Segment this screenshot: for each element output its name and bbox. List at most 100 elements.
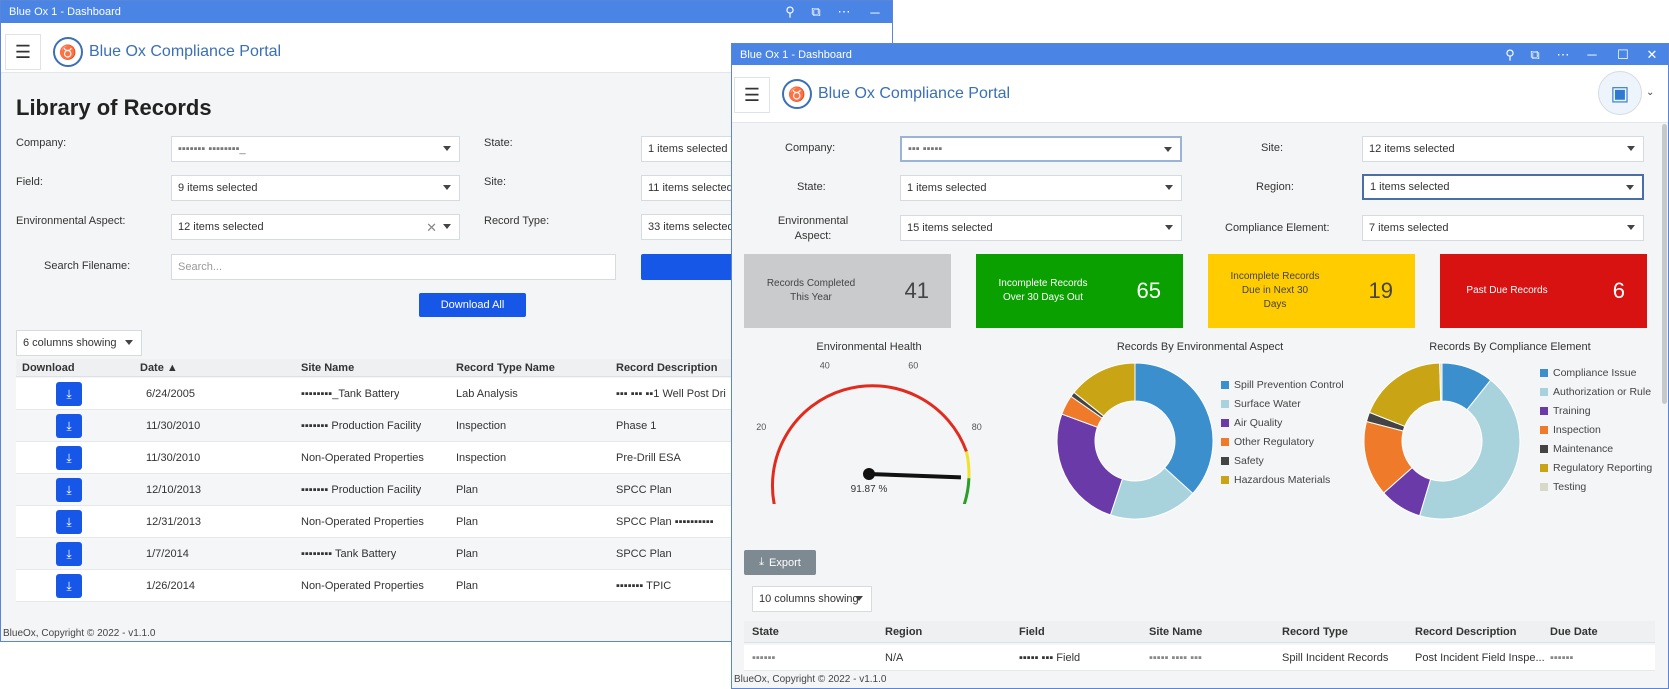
legend-item[interactable]: Safety xyxy=(1221,451,1344,470)
donut-slice[interactable] xyxy=(1056,413,1124,516)
state-select[interactable]: 1 items selected xyxy=(641,136,741,162)
company-select[interactable]: ▪▪▪ ▪▪▪▪▪ xyxy=(900,136,1182,162)
more-icon[interactable]: ⋯ xyxy=(1549,44,1577,65)
table-row[interactable]: ▪▪▪▪▪▪ N/A ▪▪▪▪▪ ▪▪▪ Field ▪▪▪▪▪ ▪▪▪▪ ▪▪… xyxy=(744,645,1655,671)
summary-card[interactable]: Records Completed This Year 41 xyxy=(744,254,951,328)
more-icon[interactable]: ⋯ xyxy=(830,1,858,23)
minimize-icon[interactable]: ─ xyxy=(861,1,889,23)
pin-icon[interactable]: ⚲ xyxy=(1496,44,1524,65)
menu-button[interactable]: ☰ xyxy=(734,77,770,113)
aspect-select[interactable]: 12 items selected ✕ xyxy=(171,214,460,240)
cell-type: Inspection xyxy=(456,451,507,464)
columns-showing-select[interactable]: 10 columns showing xyxy=(752,586,872,612)
legend-item[interactable]: Air Quality xyxy=(1221,413,1344,432)
minimize-icon[interactable]: ─ xyxy=(1578,44,1606,65)
col-field[interactable]: Field xyxy=(1019,621,1045,642)
records-grid-header: State Region Field Site Name Record Type… xyxy=(744,621,1655,643)
col-record-type[interactable]: Record Type Name xyxy=(456,359,555,376)
legend-item[interactable]: Compliance Issue xyxy=(1540,363,1652,382)
legend-label: Authorization or Rule xyxy=(1553,385,1652,398)
col-record-type[interactable]: Record Type xyxy=(1282,621,1348,642)
download-all-button[interactable]: Download All xyxy=(419,293,526,317)
cell-date: 11/30/2010 xyxy=(146,419,201,432)
summary-card[interactable]: Incomplete Records Due in Next 30 Days 1… xyxy=(1208,254,1415,328)
columns-showing-value: 6 columns showing xyxy=(23,337,117,349)
close-icon[interactable]: ✕ xyxy=(1638,44,1666,65)
scrollbar[interactable] xyxy=(1662,124,1667,404)
brand[interactable]: ♉ Blue Ox Compliance Portal xyxy=(782,79,1010,109)
company-select[interactable]: ▪▪▪▪▪▪▪ ▪▪▪▪▪▪▪▪_ xyxy=(171,136,460,162)
donut-slice[interactable] xyxy=(1368,362,1442,427)
col-download[interactable]: Download xyxy=(22,359,75,376)
download-icon[interactable]: ⤓ xyxy=(56,446,82,470)
legend-swatch xyxy=(1540,463,1548,472)
legend-swatch xyxy=(1221,399,1229,408)
clear-icon[interactable]: ✕ xyxy=(426,220,437,236)
legend-item[interactable]: Maintenance xyxy=(1540,439,1652,458)
menu-button[interactable]: ☰ xyxy=(5,34,41,70)
window-title: Blue Ox 1 - Dashboard xyxy=(9,6,121,18)
legend-item[interactable]: Inspection xyxy=(1540,420,1652,439)
summary-card[interactable]: Incomplete Records Over 30 Days Out 65 xyxy=(976,254,1183,328)
columns-showing-select[interactable]: 6 columns showing xyxy=(16,330,142,356)
donut-slice[interactable] xyxy=(1134,362,1214,495)
col-date[interactable]: Date ▲ xyxy=(140,359,178,376)
state-select[interactable]: 1 items selected xyxy=(900,175,1182,201)
legend-item[interactable]: Regulatory Reporting xyxy=(1540,458,1652,477)
cell-type: Inspection xyxy=(456,419,507,432)
legend-item[interactable]: Authorization or Rule xyxy=(1540,382,1652,401)
aspect-select[interactable]: 15 items selected xyxy=(900,215,1182,241)
share-icon[interactable]: ⧉ xyxy=(802,1,830,23)
cell-type: Plan xyxy=(456,547,479,560)
col-record-desc[interactable]: Record Description xyxy=(1415,621,1516,642)
legend-item[interactable]: Other Regulatory xyxy=(1221,432,1344,451)
col-region[interactable]: Region xyxy=(885,621,922,642)
export-button[interactable]: ⤓ Export xyxy=(744,550,816,575)
site-select[interactable]: 11 items selected xyxy=(641,175,741,201)
site-select[interactable]: 12 items selected xyxy=(1362,136,1644,162)
region-select[interactable]: 1 items selected xyxy=(1362,174,1644,200)
legend-item[interactable]: Surface Water xyxy=(1221,394,1344,413)
company-value: ▪▪▪ ▪▪▪▪▪ xyxy=(908,143,943,155)
user-avatar[interactable]: ▣ xyxy=(1598,71,1642,115)
pin-icon[interactable]: ⚲ xyxy=(776,1,804,23)
legend-item[interactable]: Hazardous Materials xyxy=(1221,470,1344,489)
download-icon[interactable]: ⤓ xyxy=(56,382,82,406)
cell-desc: SPCC Plan xyxy=(616,483,672,496)
legend-swatch xyxy=(1540,444,1548,453)
card-value: 65 xyxy=(1136,278,1161,303)
legend-label: Air Quality xyxy=(1234,416,1283,429)
download-icon[interactable]: ⤓ xyxy=(56,414,82,438)
cell-desc: ▪▪▪ ▪▪▪ ▪▪1 Well Post Dri xyxy=(616,387,726,400)
field-select[interactable]: 9 items selected xyxy=(171,175,460,201)
chevron-down-icon[interactable]: ⌄ xyxy=(1646,87,1654,98)
download-icon[interactable]: ⤓ xyxy=(56,478,82,502)
legend-swatch xyxy=(1540,425,1548,434)
col-record-desc[interactable]: Record Description xyxy=(616,359,717,376)
col-site-name[interactable]: Site Name xyxy=(301,359,354,376)
col-site-name[interactable]: Site Name xyxy=(1149,621,1202,642)
legend-item[interactable]: Training xyxy=(1540,401,1652,420)
download-icon[interactable]: ⤓ xyxy=(56,510,82,534)
cell-date: 11/30/2010 xyxy=(146,451,201,464)
chevron-down-icon xyxy=(1165,225,1173,230)
right-app-header: ☰ ♉ Blue Ox Compliance Portal ▣ ⌄ xyxy=(732,65,1668,123)
chevron-down-icon xyxy=(1164,147,1172,152)
cell-site: Non-Operated Properties xyxy=(301,579,424,592)
record-type-select[interactable]: 33 items selected xyxy=(641,214,741,240)
maximize-icon[interactable]: ☐ xyxy=(1609,44,1637,65)
legend-item[interactable]: Testing xyxy=(1540,477,1652,496)
legend-swatch xyxy=(1540,406,1548,415)
brand[interactable]: ♉ Blue Ox Compliance Portal xyxy=(53,37,281,67)
cell-desc: Pre-Drill ESA xyxy=(616,451,681,464)
search-input[interactable]: Search... xyxy=(171,254,616,280)
search-button[interactable] xyxy=(641,254,741,280)
legend-item[interactable]: Spill Prevention Control xyxy=(1221,375,1344,394)
download-icon[interactable]: ⤓ xyxy=(56,574,82,598)
col-state[interactable]: State xyxy=(752,621,779,642)
compliance-element-select[interactable]: 7 items selected xyxy=(1362,215,1644,241)
share-icon[interactable]: ⧉ xyxy=(1521,44,1549,65)
col-due-date[interactable]: Due Date xyxy=(1550,621,1598,642)
download-icon[interactable]: ⤓ xyxy=(56,542,82,566)
summary-card[interactable]: Past Due Records 6 xyxy=(1440,254,1647,328)
